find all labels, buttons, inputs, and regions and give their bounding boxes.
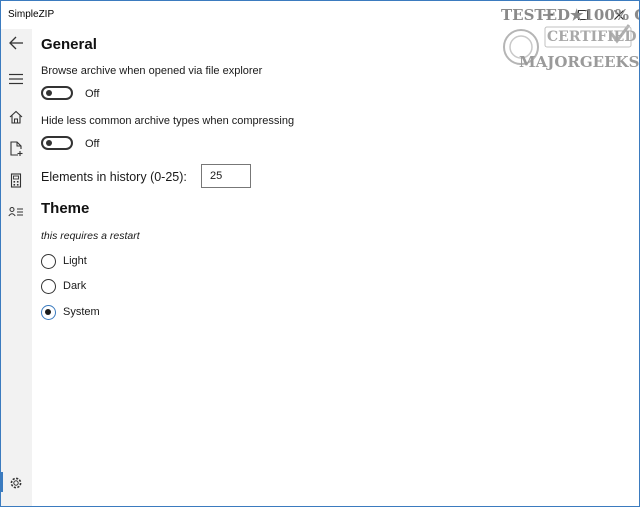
gear-icon	[10, 477, 22, 489]
radio-label: Light	[63, 255, 87, 267]
history-count-label: Elements in history (0-25):	[41, 170, 187, 184]
general-heading: General	[41, 36, 97, 53]
history-nav-item[interactable]	[4, 168, 28, 192]
radio-button[interactable]	[41, 278, 56, 294]
calculator-icon	[10, 172, 22, 188]
theme-option-dark[interactable]: Dark	[41, 277, 86, 295]
settings-page: General Browse archive when opened via f…	[32, 29, 639, 506]
hide-archive-types-toggle[interactable]	[41, 136, 73, 150]
history-count-input[interactable]	[201, 164, 251, 188]
navigation-sidebar	[1, 29, 32, 506]
restart-note: this requires a restart	[41, 230, 140, 242]
home-icon	[9, 110, 23, 124]
app-title: SimpleZIP	[8, 9, 55, 20]
hide-archive-types-label: Hide less common archive types when comp…	[41, 115, 295, 127]
hamburger-menu-icon	[9, 73, 23, 85]
new-archive-nav-item[interactable]	[4, 136, 28, 160]
watermark-line-1: TESTED★100% CLEAN	[501, 6, 639, 24]
browse-archive-toggle[interactable]	[41, 86, 73, 100]
toggle-knob	[46, 140, 52, 146]
browse-archive-state: Off	[85, 88, 100, 100]
radio-label: Dark	[63, 280, 87, 292]
menu-button[interactable]	[4, 67, 28, 91]
settings-nav-item[interactable]	[4, 471, 28, 495]
radio-button-selected[interactable]	[41, 304, 56, 320]
home-nav-item[interactable]	[4, 105, 28, 129]
toggle-knob	[46, 90, 52, 96]
theme-option-system[interactable]: System	[41, 303, 100, 321]
radio-button[interactable]	[41, 253, 56, 269]
back-button[interactable]	[4, 31, 28, 55]
hide-archive-types-state: Off	[85, 138, 100, 150]
about-nav-item[interactable]	[4, 200, 28, 224]
theme-heading: Theme	[41, 200, 90, 217]
settings-selection-indicator	[1, 472, 3, 492]
theme-option-light[interactable]: Light	[41, 252, 87, 270]
browse-archive-label: Browse archive when opened via file expl…	[41, 65, 263, 77]
app-window: SimpleZIP TESTED★100% CLEAN CERTIFIED MA…	[0, 0, 640, 507]
radio-label: System	[63, 306, 100, 318]
add-file-icon	[10, 140, 23, 156]
contact-list-icon	[8, 207, 23, 217]
back-arrow-icon	[9, 36, 23, 50]
